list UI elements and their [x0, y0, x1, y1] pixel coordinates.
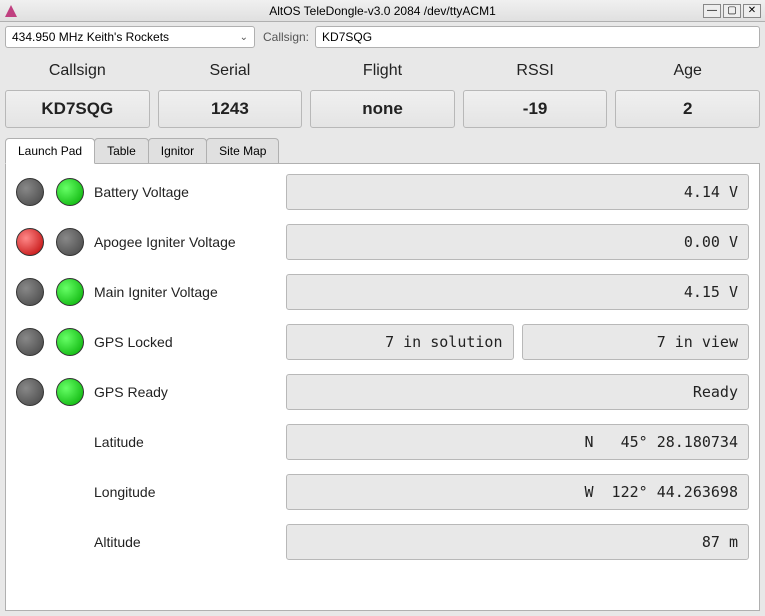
- header-age-label: Age: [615, 56, 760, 86]
- header-serial-label: Serial: [158, 56, 303, 86]
- row-apogee: Apogee Igniter Voltage 0.00 V: [12, 224, 749, 260]
- led-icon: [16, 328, 44, 356]
- row-altitude: Altitude 87 m: [12, 524, 749, 560]
- tab-launch-pad[interactable]: Launch Pad: [5, 138, 95, 164]
- row-label: Battery Voltage: [92, 184, 282, 200]
- led-icon: [56, 378, 84, 406]
- led-icon: [56, 278, 84, 306]
- led-icon: [56, 178, 84, 206]
- chevron-down-icon: ⌄: [240, 32, 248, 43]
- altitude-value: 87 m: [286, 524, 749, 560]
- header-rssi-label: RSSI: [463, 56, 608, 86]
- frequency-value: 434.950 MHz Keith's Rockets: [12, 30, 169, 44]
- tab-table[interactable]: Table: [94, 138, 149, 163]
- row-label: Altitude: [92, 534, 282, 550]
- battery-value: 4.14 V: [286, 174, 749, 210]
- led-icon: [16, 178, 44, 206]
- gps-ready-value: Ready: [286, 374, 749, 410]
- led-icon: [56, 228, 84, 256]
- window-body: 434.950 MHz Keith's Rockets ⌄ Callsign: …: [0, 22, 765, 616]
- tab-content: Battery Voltage 4.14 V Apogee Igniter Vo…: [5, 164, 760, 611]
- led-icon: [16, 278, 44, 306]
- app-icon: [4, 4, 18, 18]
- header-values: KD7SQG 1243 none -19 2: [5, 90, 760, 128]
- tab-ignitor[interactable]: Ignitor: [148, 138, 207, 163]
- latitude-value: N 45° 28.180734: [286, 424, 749, 460]
- row-label: Longitude: [92, 484, 282, 500]
- tab-bar: Launch Pad Table Ignitor Site Map: [5, 138, 760, 164]
- row-latitude: Latitude N 45° 28.180734: [12, 424, 749, 460]
- header-rssi-value: -19: [463, 90, 608, 128]
- row-label: Latitude: [92, 434, 282, 450]
- row-gps-ready: GPS Ready Ready: [12, 374, 749, 410]
- callsign-input[interactable]: KD7SQG: [315, 26, 760, 48]
- gps-inview-value: 7 in view: [522, 324, 750, 360]
- row-main: Main Igniter Voltage 4.15 V: [12, 274, 749, 310]
- longitude-value: W 122° 44.263698: [286, 474, 749, 510]
- led-icon: [16, 228, 44, 256]
- callsign-label: Callsign:: [263, 30, 309, 44]
- header-labels: Callsign Serial Flight RSSI Age: [5, 56, 760, 86]
- row-battery: Battery Voltage 4.14 V: [12, 174, 749, 210]
- top-controls: 434.950 MHz Keith's Rockets ⌄ Callsign: …: [5, 26, 760, 48]
- frequency-select[interactable]: 434.950 MHz Keith's Rockets ⌄: [5, 26, 255, 48]
- row-label: Main Igniter Voltage: [92, 284, 282, 300]
- maximize-button[interactable]: ▢: [723, 4, 741, 18]
- header-flight-label: Flight: [310, 56, 455, 86]
- minimize-button[interactable]: —: [703, 4, 721, 18]
- header-age-value: 2: [615, 90, 760, 128]
- window-title: AltOS TeleDongle-v3.0 2084 /dev/ttyACM1: [269, 4, 496, 18]
- led-icon: [16, 378, 44, 406]
- gps-solution-value: 7 in solution: [286, 324, 514, 360]
- header-flight-value: none: [310, 90, 455, 128]
- callsign-input-value: KD7SQG: [322, 30, 372, 44]
- titlebar: AltOS TeleDongle-v3.0 2084 /dev/ttyACM1 …: [0, 0, 765, 22]
- row-longitude: Longitude W 122° 44.263698: [12, 474, 749, 510]
- main-value: 4.15 V: [286, 274, 749, 310]
- led-icon: [56, 328, 84, 356]
- row-label: GPS Locked: [92, 334, 282, 350]
- row-gps-locked: GPS Locked 7 in solution 7 in view: [12, 324, 749, 360]
- header-callsign-label: Callsign: [5, 56, 150, 86]
- tab-site-map[interactable]: Site Map: [206, 138, 279, 163]
- header-callsign-value: KD7SQG: [5, 90, 150, 128]
- row-label: GPS Ready: [92, 384, 282, 400]
- close-button[interactable]: ✕: [743, 4, 761, 18]
- row-label: Apogee Igniter Voltage: [92, 234, 282, 250]
- header-serial-value: 1243: [158, 90, 303, 128]
- apogee-value: 0.00 V: [286, 224, 749, 260]
- window-buttons: — ▢ ✕: [703, 4, 761, 18]
